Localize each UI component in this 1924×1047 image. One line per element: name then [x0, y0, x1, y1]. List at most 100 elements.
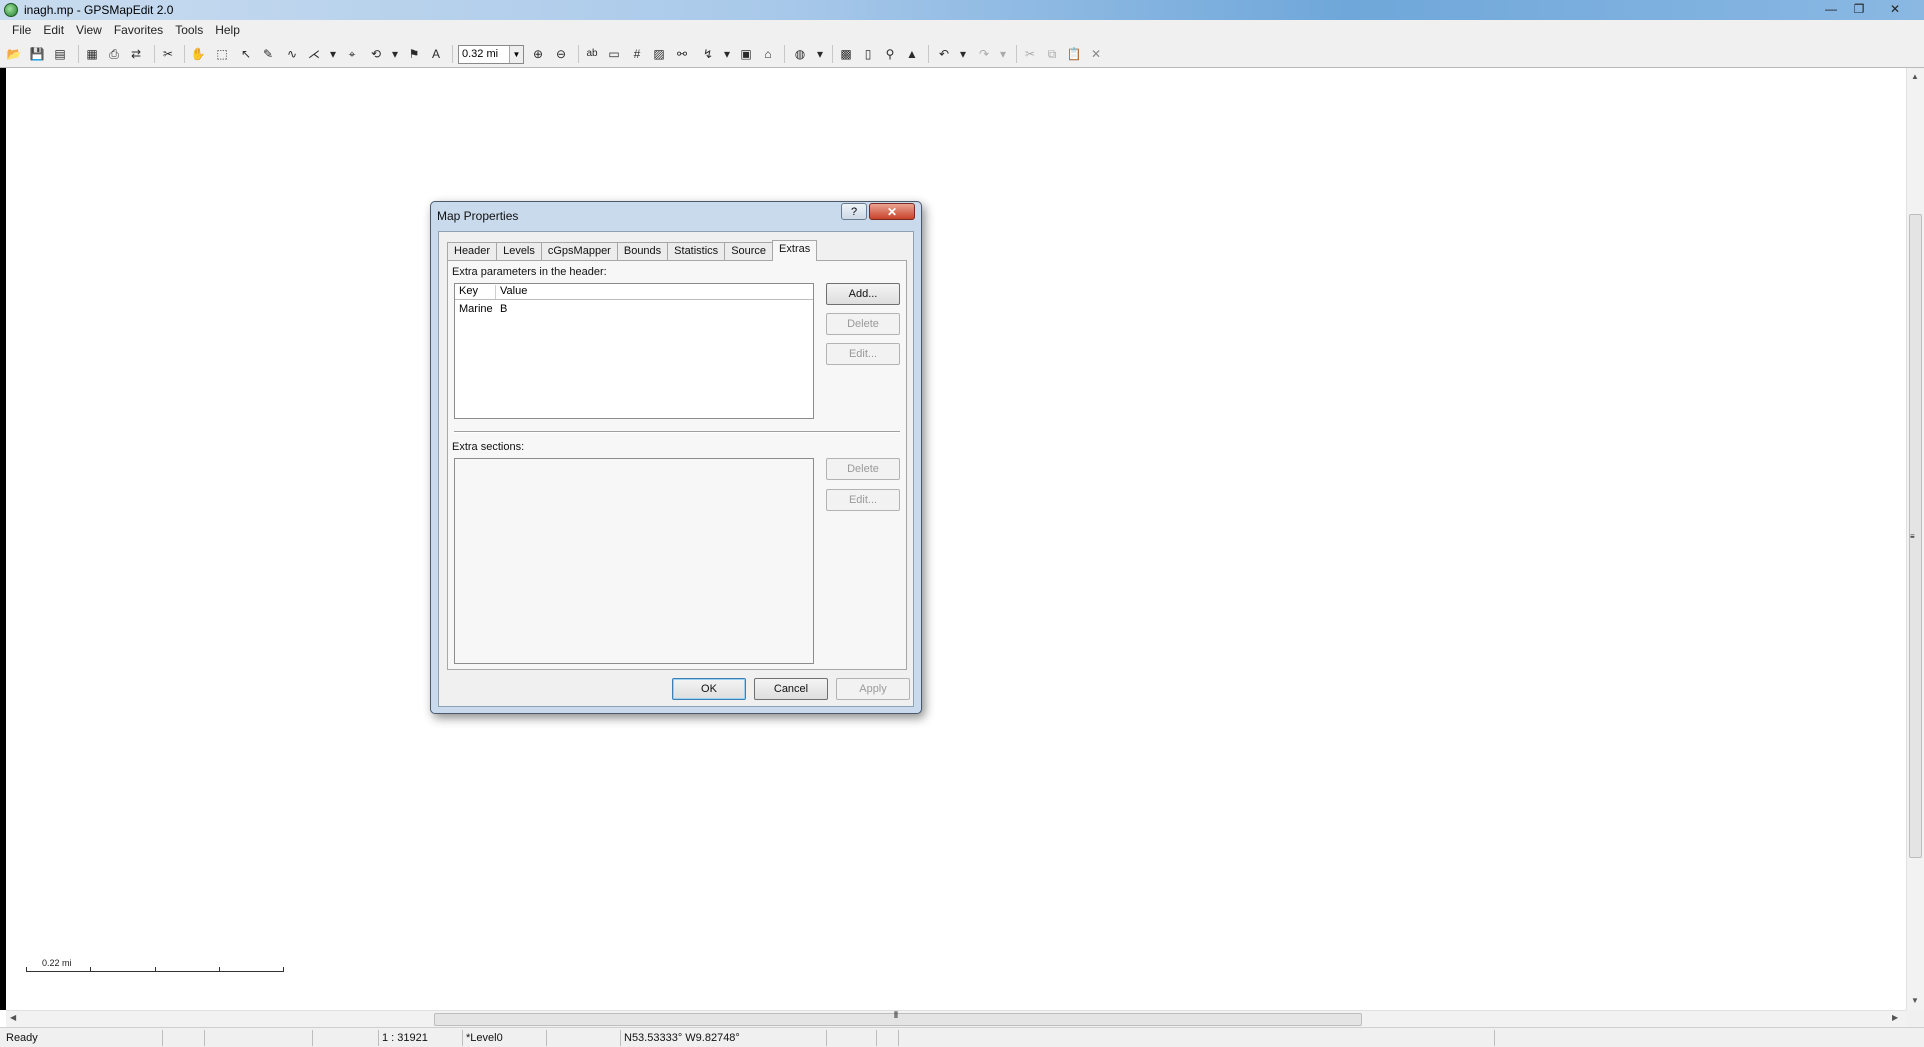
tab-source[interactable]: Source [724, 242, 774, 261]
properties-icon[interactable]: ▦ [84, 46, 100, 62]
ruler-icon[interactable]: ▭ [606, 46, 622, 62]
menu-file[interactable]: File [6, 20, 37, 41]
delete-icon[interactable]: ✕ [1088, 46, 1104, 62]
scroll-down-icon[interactable]: ▼ [1911, 996, 1919, 1005]
chevron-down-icon[interactable]: ▼ [509, 46, 523, 63]
redo-dropdown-icon[interactable]: ▾ [995, 46, 1011, 62]
hatch-icon[interactable]: ▨ [651, 46, 667, 62]
menu-favorites[interactable]: Favorites [108, 20, 169, 41]
window-title: inagh.mp - GPSMapEdit 2.0 [24, 3, 174, 17]
scroll-up-icon[interactable]: ▲ [1911, 72, 1919, 81]
status-bar: Ready 1 : 31921 *Level0 N53.53333° W9.82… [0, 1027, 1924, 1047]
close-window-button[interactable]: ✕ [1884, 1, 1906, 17]
maximize-button[interactable]: ❐ [1848, 1, 1870, 17]
tab-strip: Header Levels cGpsMapper Bounds Statisti… [447, 240, 818, 261]
transfer-icon[interactable]: ⇄ [128, 46, 144, 62]
layers-icon[interactable]: ▣ [738, 46, 754, 62]
extras-tab-panel: Extra parameters in the header: Key Valu… [447, 260, 907, 670]
minimize-button[interactable]: — [1820, 1, 1842, 17]
status-pane-empty-4 [546, 1030, 620, 1046]
toolbar: 📂 💾 ▤ ▦ ⎙ ⇄ ✂ ✋ ⬚ ↖ ✎ ∿ ⋌ ▾ ⌖ ⟲ ▾ ⚑ A 0.… [0, 41, 1924, 68]
node-tool-dropdown-icon[interactable]: ▾ [325, 46, 341, 62]
status-pane-empty-2 [204, 1030, 312, 1046]
tab-header[interactable]: Header [447, 242, 498, 261]
undo-icon[interactable]: ↶ [936, 46, 952, 62]
zoom-in-icon[interactable]: ⊕ [530, 46, 546, 62]
grid-icon[interactable]: # [629, 46, 645, 62]
track-dropdown-icon[interactable]: ▾ [719, 46, 735, 62]
dialog-close-icon[interactable]: ✕ [869, 203, 915, 220]
gps-dropdown-icon[interactable]: ▾ [812, 46, 828, 62]
split-icon[interactable]: ⌖ [344, 46, 360, 62]
add-button[interactable]: Add... [826, 283, 900, 305]
import-icon[interactable]: ▤ [52, 46, 68, 62]
track-icon[interactable]: ↯ [700, 46, 716, 62]
print-icon[interactable]: ⎙ [106, 46, 122, 62]
labels-toggle-icon[interactable]: ab [584, 46, 600, 62]
apply-button[interactable]: Apply [836, 678, 910, 700]
horizontal-scroll-thumb[interactable] [434, 1013, 1362, 1026]
scroll-left-icon[interactable]: ◀ [10, 1013, 16, 1022]
menu-tools[interactable]: Tools [169, 20, 209, 41]
rotate-icon[interactable]: ⟲ [368, 46, 384, 62]
status-ready: Ready [6, 1032, 38, 1044]
edit-node-icon[interactable]: ✎ [260, 46, 276, 62]
status-pane-empty-7 [898, 1030, 1494, 1046]
page-icon[interactable]: ▯ [860, 46, 876, 62]
status-scale: 1 : 31921 [378, 1030, 462, 1046]
map-properties-dialog: Map Properties ? ✕ Header Levels cGpsMap… [430, 201, 922, 714]
vertical-scrollbar[interactable]: ▲ ≡ ▼ [1906, 68, 1924, 1010]
menu-edit[interactable]: Edit [37, 20, 70, 41]
redo-icon[interactable]: ↷ [976, 46, 992, 62]
edit-section-button[interactable]: Edit... [826, 489, 900, 511]
building-icon[interactable]: ⌂ [760, 46, 776, 62]
node-tool-icon[interactable]: ⋌ [306, 46, 322, 62]
copy-icon[interactable]: ⧉ [1044, 46, 1060, 62]
scale-combo-value: 0.32 mi [462, 48, 499, 60]
map-canvas[interactable] [6, 68, 1906, 1010]
gps-map-icon[interactable]: ◍ [792, 46, 808, 62]
cancel-button[interactable]: Cancel [754, 678, 828, 700]
menu-help[interactable]: Help [209, 20, 246, 41]
create-poi-icon[interactable]: ⚑ [406, 46, 422, 62]
zoom-rect-icon[interactable]: ⬚ [214, 46, 230, 62]
ok-button[interactable]: OK [672, 678, 746, 700]
horizontal-scrollbar[interactable]: ◀ ⦀ ▶ [6, 1010, 1906, 1027]
tab-bounds[interactable]: Bounds [616, 242, 669, 261]
open-folder-icon[interactable]: 📂 [6, 46, 22, 62]
tab-cgpsmapper[interactable]: cGpsMapper [540, 242, 618, 261]
rotate-dropdown-icon[interactable]: ▾ [387, 46, 403, 62]
scroll-right-icon[interactable]: ▶ [1892, 1013, 1898, 1022]
save-icon[interactable]: 💾 [29, 46, 45, 62]
map-view-icon[interactable]: ▩ [838, 46, 854, 62]
tab-levels[interactable]: Levels [496, 242, 542, 261]
scale-combo[interactable]: 0.32 mi ▼ [458, 45, 524, 64]
waypoint-icon[interactable]: ⚲ [882, 46, 898, 62]
header-params-list[interactable]: Key Value Marine B [454, 283, 814, 419]
menu-view[interactable]: View [70, 20, 108, 41]
select-arrow-icon[interactable]: ↖ [238, 46, 254, 62]
help-icon[interactable]: ? [841, 203, 867, 220]
delete-section-button[interactable]: Delete [826, 458, 900, 480]
status-pane-end [1494, 1030, 1498, 1046]
delete-param-button[interactable]: Delete [826, 313, 900, 335]
grip-icon: ⦀ [894, 1010, 898, 1020]
elevation-icon[interactable]: ▲ [904, 46, 920, 62]
zoom-out-icon[interactable]: ⊖ [553, 46, 569, 62]
edit-param-button[interactable]: Edit... [826, 343, 900, 365]
column-key[interactable]: Key [455, 285, 496, 299]
routing-icon[interactable]: ⚯ [674, 46, 690, 62]
paste-icon[interactable]: 📋 [1066, 46, 1082, 62]
undo-dropdown-icon[interactable]: ▾ [955, 46, 971, 62]
app-globe-icon [4, 3, 18, 17]
text-label-icon[interactable]: A [428, 46, 444, 62]
hand-pan-icon[interactable]: ✋ [190, 46, 206, 62]
extra-sections-list[interactable] [454, 458, 814, 664]
tab-extras[interactable]: Extras [772, 240, 818, 261]
column-value[interactable]: Value [496, 285, 814, 299]
cut-icon[interactable]: ✂ [1022, 46, 1038, 62]
header-params-label: Extra parameters in the header: [452, 266, 607, 278]
polyline-icon[interactable]: ∿ [284, 46, 300, 62]
measure-icon[interactable]: ✂ [160, 46, 176, 62]
tab-statistics[interactable]: Statistics [667, 242, 726, 261]
